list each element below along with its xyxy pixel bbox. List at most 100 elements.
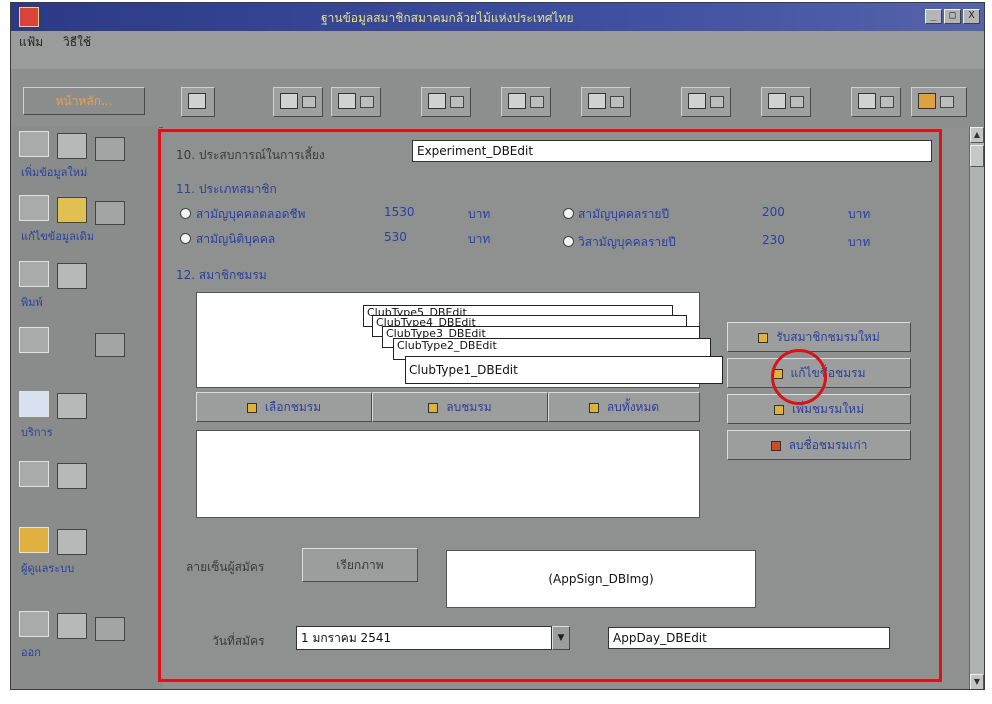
grid-icon: [95, 137, 125, 161]
load-image-button[interactable]: เรียกภาพ: [302, 548, 418, 582]
scroll-thumb[interactable]: [970, 145, 984, 167]
toolbar-button-3[interactable]: [331, 87, 381, 117]
grid-icon: [57, 529, 87, 555]
option-amount: 200: [762, 205, 785, 219]
grid-icon: [57, 133, 87, 159]
option-unit: บาท: [848, 207, 871, 221]
add-icon: [773, 404, 784, 415]
grid-icon: [95, 617, 125, 641]
menu-help[interactable]: วิธีใช้: [63, 33, 91, 52]
experience-field[interactable]: Experiment_DBEdit: [412, 140, 932, 162]
door-icon: [57, 613, 87, 639]
button-label: เลือกชมรม: [264, 400, 322, 414]
toolbar-button-7[interactable]: [681, 87, 731, 117]
sidebar-item-label: เพิ่มข้อมูลใหม่: [21, 166, 88, 179]
apply-date-select[interactable]: 1 มกราคม 2541: [296, 626, 552, 650]
sidebar-item-4[interactable]: [17, 323, 153, 379]
radio-extraordinary-annual[interactable]: [563, 236, 574, 247]
flower-icon: [918, 93, 936, 109]
option-name: สามัญนิติบุคคล: [196, 232, 276, 246]
sidebar-item-6[interactable]: [17, 457, 153, 513]
menu-bar: แฟ้ม วิธีใช้: [11, 31, 984, 69]
option-amount: 530: [384, 230, 407, 244]
grid-icon: [588, 93, 606, 109]
option-name: วิสามัญบุคคลรายปี: [578, 235, 676, 249]
toolbar-button-2[interactable]: [273, 87, 323, 117]
toolbar-button-9[interactable]: [851, 87, 901, 117]
delete-all-button[interactable]: ลบทั้งหมด: [548, 392, 700, 422]
key-icon: [758, 332, 769, 343]
option-name: สามัญบุคคลรายปี: [578, 207, 670, 221]
sidebar-item-label: บริการ: [21, 426, 53, 439]
edit-club-name-button[interactable]: แก้ไขชื่อชมรม: [727, 358, 911, 388]
form-icon: [19, 131, 49, 157]
vertical-scrollbar[interactable]: ▲ ▼: [969, 127, 984, 689]
apply-date-label: วันที่สมัคร: [212, 634, 265, 648]
button-label: ลบชมรม: [446, 400, 492, 414]
radio-lifetime[interactable]: [180, 208, 191, 219]
experience-label: 10. ประสบการณ์ในการเลี้ยง: [176, 148, 325, 162]
option-unit: บาท: [468, 232, 491, 246]
member-type-label: 11. ประเภทสมาชิก: [176, 182, 277, 196]
minimize-button[interactable]: _: [925, 9, 942, 24]
document-icon: [450, 96, 464, 108]
option-unit: บาท: [848, 235, 871, 249]
grid-icon: [57, 463, 87, 489]
grid-icon: [19, 195, 49, 221]
option-amount: 1530: [384, 205, 415, 219]
signature-label: ลายเซ็นผู้สมัคร: [186, 560, 265, 574]
grid-icon: [19, 611, 49, 637]
scroll-down-icon[interactable]: ▼: [970, 674, 984, 689]
chevron-down-icon[interactable]: ▼: [552, 626, 570, 650]
select-club-button[interactable]: เลือกชมรม: [196, 392, 372, 422]
toolbar-button-8[interactable]: [761, 87, 811, 117]
sidebar-item-service[interactable]: บริการ: [17, 387, 153, 443]
sidebar-item-edit[interactable]: แก้ไขข้อมูลเดิม: [17, 191, 153, 247]
scroll-up-icon[interactable]: ▲: [970, 127, 984, 143]
home-button[interactable]: หน้าหลัก...: [23, 87, 145, 115]
radio-annual[interactable]: [563, 208, 574, 219]
button-label: รับสมาชิกชมรมใหม่: [776, 330, 880, 344]
delete-icon: [428, 402, 439, 413]
close-button[interactable]: X: [963, 9, 980, 24]
grid-icon: [19, 327, 49, 353]
gear-icon: [19, 527, 49, 553]
sidebar-item-exit[interactable]: ออก: [17, 607, 153, 663]
sidebar-item-add[interactable]: เพิ่มข้อมูลใหม่: [17, 127, 153, 183]
maximize-button[interactable]: □: [944, 9, 961, 24]
toolbar-button-5[interactable]: [501, 87, 551, 117]
sidebar-item-print[interactable]: พิมพ์: [17, 257, 153, 313]
grid-icon: [858, 93, 876, 109]
toolbar: หน้าหลัก...: [11, 69, 984, 128]
list-icon: [188, 93, 206, 109]
select-icon: [246, 402, 257, 413]
delete-old-club-button[interactable]: ลบชื่อชมรมเก่า: [727, 430, 911, 460]
chart-icon: [280, 93, 298, 109]
toolbar-button-1[interactable]: [181, 87, 215, 117]
delete-club-button[interactable]: ลบชมรม: [372, 392, 548, 422]
grid-icon: [95, 201, 125, 225]
button-label: แก้ไขชื่อชมรม: [790, 366, 866, 380]
club-member-label: 12. สมาชิกชมรม: [176, 268, 267, 282]
club-type-1-field[interactable]: ClubType1_DBEdit: [405, 356, 723, 384]
delete-all-icon: [588, 402, 599, 413]
receive-new-member-button[interactable]: รับสมาชิกชมรมใหม่: [727, 322, 911, 352]
toolbar-button-4[interactable]: [421, 87, 471, 117]
button-label: ลบชื่อชมรมเก่า: [788, 438, 868, 452]
toolbar-button-6[interactable]: [581, 87, 631, 117]
selected-club-list[interactable]: [196, 430, 700, 518]
title-bar: ฐานข้อมูลสมาชิกสมาคมกล้วยไม้แห่งประเทศไท…: [11, 3, 984, 31]
toolbar-button-10[interactable]: [911, 87, 967, 117]
button-label: ลบทั้งหมด: [606, 400, 660, 414]
app-icon: [19, 7, 39, 27]
signature-image: (AppSign_DBImg): [446, 550, 756, 608]
button-label: เพิ่มชมรมใหม่: [791, 402, 864, 416]
menu-file[interactable]: แฟ้ม: [19, 33, 43, 52]
radio-legal-entity[interactable]: [180, 233, 191, 244]
sidebar-item-label: ผู้ดูแลระบบ: [21, 562, 75, 575]
grid-icon: [940, 96, 954, 108]
sidebar-item-label: แก้ไขข้อมูลเดิม: [21, 230, 95, 243]
sidebar-item-admin[interactable]: ผู้ดูแลระบบ: [17, 523, 153, 579]
apply-day-field[interactable]: AppDay_DBEdit: [608, 627, 890, 649]
add-club-button[interactable]: เพิ่มชมรมใหม่: [727, 394, 911, 424]
